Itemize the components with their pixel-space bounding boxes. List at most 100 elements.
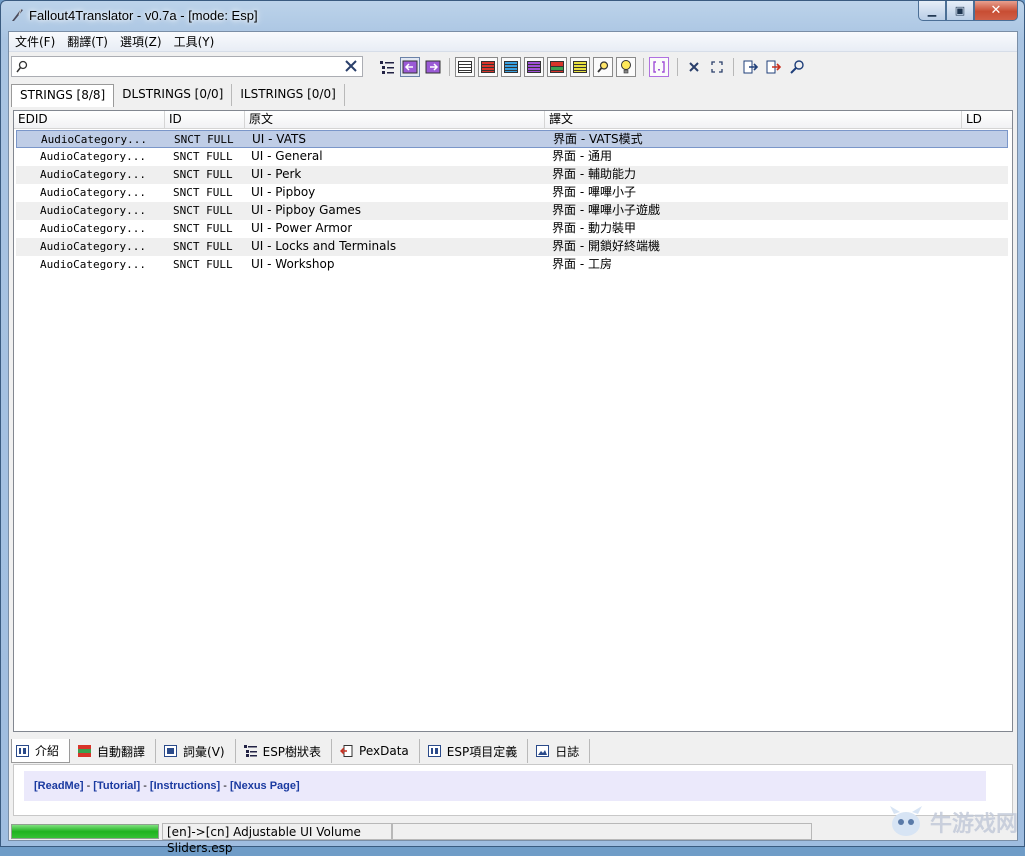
instructions-link[interactable]: [Instructions] (150, 780, 220, 792)
delete-button[interactable] (684, 57, 704, 77)
cell-id: SNCT FULL (173, 240, 233, 253)
lightbulb-icon (621, 60, 631, 74)
toolbar-separator (733, 58, 734, 76)
toolbar-separator (449, 58, 450, 76)
column-edid[interactable]: EDID (14, 111, 165, 129)
menu-translate[interactable]: 翻譯(T) (61, 32, 114, 52)
import-button[interactable] (764, 57, 784, 77)
filter-red-button[interactable] (478, 57, 498, 77)
tab-intro[interactable]: 介紹 (11, 739, 71, 763)
brackets-button[interactable] (649, 57, 669, 77)
find-button[interactable] (593, 57, 613, 77)
cell-source: UI - VATS (252, 132, 306, 146)
cell-source: UI - Workshop (251, 257, 335, 271)
search-box[interactable] (11, 56, 363, 77)
tab-esp-definitions[interactable]: ESP項目定義 (420, 739, 529, 763)
table-row[interactable]: AudioCategory... SNCT FULL UI - General 界面 … (16, 148, 1008, 166)
search-input[interactable] (32, 58, 332, 75)
list-red-icon (481, 61, 495, 73)
table-row[interactable]: AudioCategory... SNCT FULL UI - Locks and … (16, 238, 1008, 256)
column-id[interactable]: ID (165, 111, 245, 129)
menu-options[interactable]: 選項(Z) (114, 32, 168, 52)
info-panel-icon (16, 744, 29, 757)
table-row[interactable]: AudioCategory... SNCT FULL UI - Pipboy 界面 -… (16, 184, 1008, 202)
cell-source: UI - Perk (251, 167, 302, 181)
cell-id: SNCT FULL (173, 150, 233, 163)
tab-pexdata[interactable]: PexData (332, 739, 420, 763)
cell-edid: AudioCategory... (40, 258, 146, 271)
table-row[interactable]: AudioCategory... SNCT FULL UI - Perk 界面 - 輔… (16, 166, 1008, 184)
colored-list-icon (78, 745, 92, 757)
tab-auto-translate-label: 自動翻譯 (97, 744, 146, 759)
cell-target: 界面 - 輔助能力 (552, 167, 636, 181)
brackets-icon (653, 61, 665, 73)
export-button[interactable] (741, 57, 761, 77)
tab-auto-translate[interactable]: 自動翻譯 (70, 739, 157, 763)
list-blue-icon (504, 61, 518, 73)
tab-ilstrings[interactable]: ILSTRINGS [0/0] (232, 84, 345, 106)
mascot-logo-icon (889, 806, 922, 836)
tab-esp-definitions-label: ESP項目定義 (446, 744, 518, 759)
cell-target: 界面 - 嗶嗶小子遊戲 (552, 203, 660, 217)
tab-log[interactable]: 日誌 (528, 739, 591, 763)
search-user-button[interactable] (787, 57, 807, 77)
link-separator: - (140, 780, 150, 792)
tree-view-button[interactable] (377, 57, 397, 77)
nexus-page-link[interactable]: [Nexus Page] (230, 780, 300, 792)
cell-source: UI - Pipboy (251, 185, 316, 199)
cell-id: SNCT FULL (174, 133, 234, 146)
export-icon (743, 60, 759, 74)
maximize-button[interactable]: ▣ (946, 1, 974, 21)
cell-edid: AudioCategory... (40, 186, 146, 199)
table-row[interactable]: AudioCategory... SNCT FULL UI - Workshop 界面… (16, 256, 1008, 274)
list-yellow-icon (573, 61, 587, 73)
filter-mixed-button[interactable] (547, 57, 567, 77)
tutorial-link[interactable]: [Tutorial] (93, 780, 140, 792)
menu-file[interactable]: 文件(F) (9, 32, 61, 52)
filter-yellow-button[interactable] (570, 57, 590, 77)
tab-vocabulary[interactable]: 詞彙(V) (156, 739, 236, 763)
pex-icon (340, 745, 353, 757)
progress-fill (12, 825, 158, 838)
hint-button[interactable] (616, 57, 636, 77)
table-row[interactable]: AudioCategory... SNCT FULL UI - Pipboy Gam… (16, 202, 1008, 220)
cell-target: 界面 - 工房 (552, 257, 612, 271)
menu-bar: 文件(F) 翻譯(T) 選項(Z) 工具(Y) (9, 32, 1017, 52)
column-ld[interactable]: LD (962, 111, 1012, 129)
window-title: Fallout4Translator - v0.7a - [mode: Esp] (29, 8, 258, 23)
cell-source: UI - General (251, 149, 323, 163)
table-row[interactable]: AudioCategory... SNCT FULL UI - Power Armo… (16, 220, 1008, 238)
filter-purple-button[interactable] (524, 57, 544, 77)
vocabulary-icon (164, 745, 178, 757)
arrow-left-icon (402, 60, 418, 74)
string-type-tabs: STRINGS [8/8] DLSTRINGS [0/0] ILSTRINGS … (11, 84, 345, 107)
table-row[interactable]: AudioCategory... SNCT FULL UI - VATS 界面 - V… (16, 130, 1008, 148)
prev-button[interactable] (400, 57, 420, 77)
cell-edid: AudioCategory... (40, 168, 146, 181)
filter-all-button[interactable] (455, 57, 475, 77)
cell-target: 界面 - 嗶嗶小子 (552, 185, 636, 199)
close-button[interactable]: ✕ (974, 1, 1018, 21)
strings-table: EDID ID 原文 譯文 LD AudioCategory... SNCT FU… (13, 110, 1013, 732)
watermark-text: 牛游戏网 (929, 812, 1018, 837)
search-icon (16, 60, 28, 73)
column-target[interactable]: 譯文 (545, 111, 962, 129)
cell-id: SNCT FULL (173, 204, 233, 217)
clear-search-icon[interactable] (344, 59, 358, 73)
tab-esp-tree[interactable]: ESP樹狀表 (236, 739, 333, 763)
tab-strings[interactable]: STRINGS [8/8] (11, 84, 115, 107)
tab-dlstrings[interactable]: DLSTRINGS [0/0] (114, 84, 233, 106)
title-bar[interactable]: Fallout4Translator - v0.7a - [mode: Esp]… (1, 1, 1024, 31)
import-icon (766, 60, 782, 74)
next-button[interactable] (423, 57, 443, 77)
readme-link[interactable]: [ReadMe] (34, 780, 84, 792)
intro-panel: [ReadMe] - [Tutorial] - [Instructions] -… (13, 764, 1013, 816)
column-source[interactable]: 原文 (245, 111, 545, 129)
cell-source: UI - Locks and Terminals (251, 239, 397, 253)
cell-target: 界面 - 動力裝甲 (552, 221, 636, 235)
menu-tools[interactable]: 工具(Y) (168, 32, 221, 52)
toolbar-separator (643, 58, 644, 76)
fullscreen-button[interactable] (707, 57, 727, 77)
minimize-button[interactable]: ▁ (918, 1, 946, 21)
filter-blue-button[interactable] (501, 57, 521, 77)
